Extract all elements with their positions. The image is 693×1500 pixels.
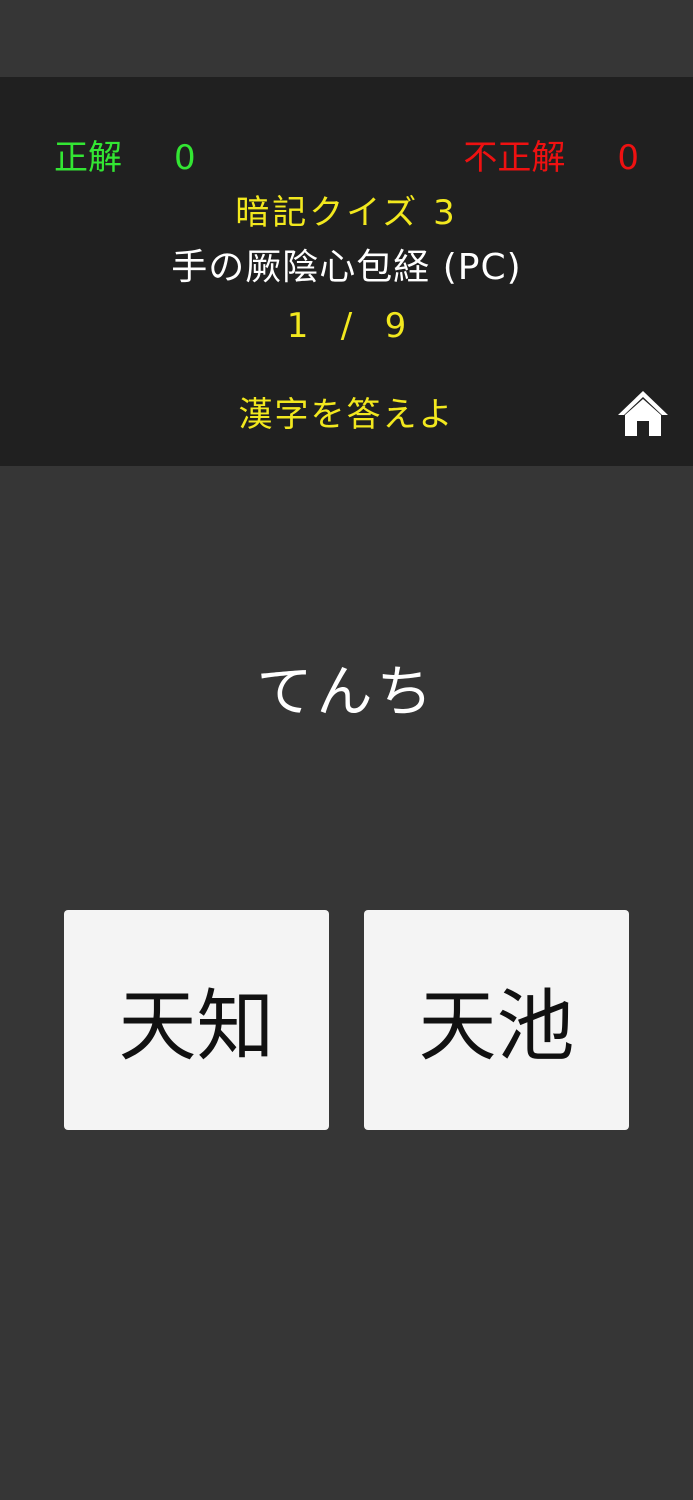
instruction-text: 漢字を答えよ bbox=[238, 395, 455, 435]
wrong-count: 0 bbox=[617, 138, 639, 178]
correct-score: 正解 0 bbox=[54, 135, 196, 181]
wrong-score: 不正解 0 bbox=[463, 135, 639, 181]
answer-label-2: 天池 bbox=[418, 982, 575, 1072]
progress-counter: 1 / 9 bbox=[286, 306, 407, 346]
answer-button-2[interactable]: 天池 bbox=[364, 910, 629, 1130]
quiz-title: 暗記クイズ 3 bbox=[235, 193, 458, 233]
home-icon bbox=[618, 391, 668, 436]
correct-label: 正解 bbox=[54, 138, 122, 178]
chapter-title: 手の厥陰心包経 (PC) bbox=[171, 247, 522, 288]
question-reading: てんち bbox=[256, 660, 437, 725]
home-button[interactable] bbox=[616, 386, 670, 440]
wrong-label: 不正解 bbox=[463, 138, 566, 178]
answer-label-1: 天知 bbox=[118, 982, 275, 1072]
correct-count: 0 bbox=[174, 138, 196, 178]
status-bar bbox=[0, 0, 693, 77]
answer-button-1[interactable]: 天知 bbox=[64, 910, 329, 1130]
